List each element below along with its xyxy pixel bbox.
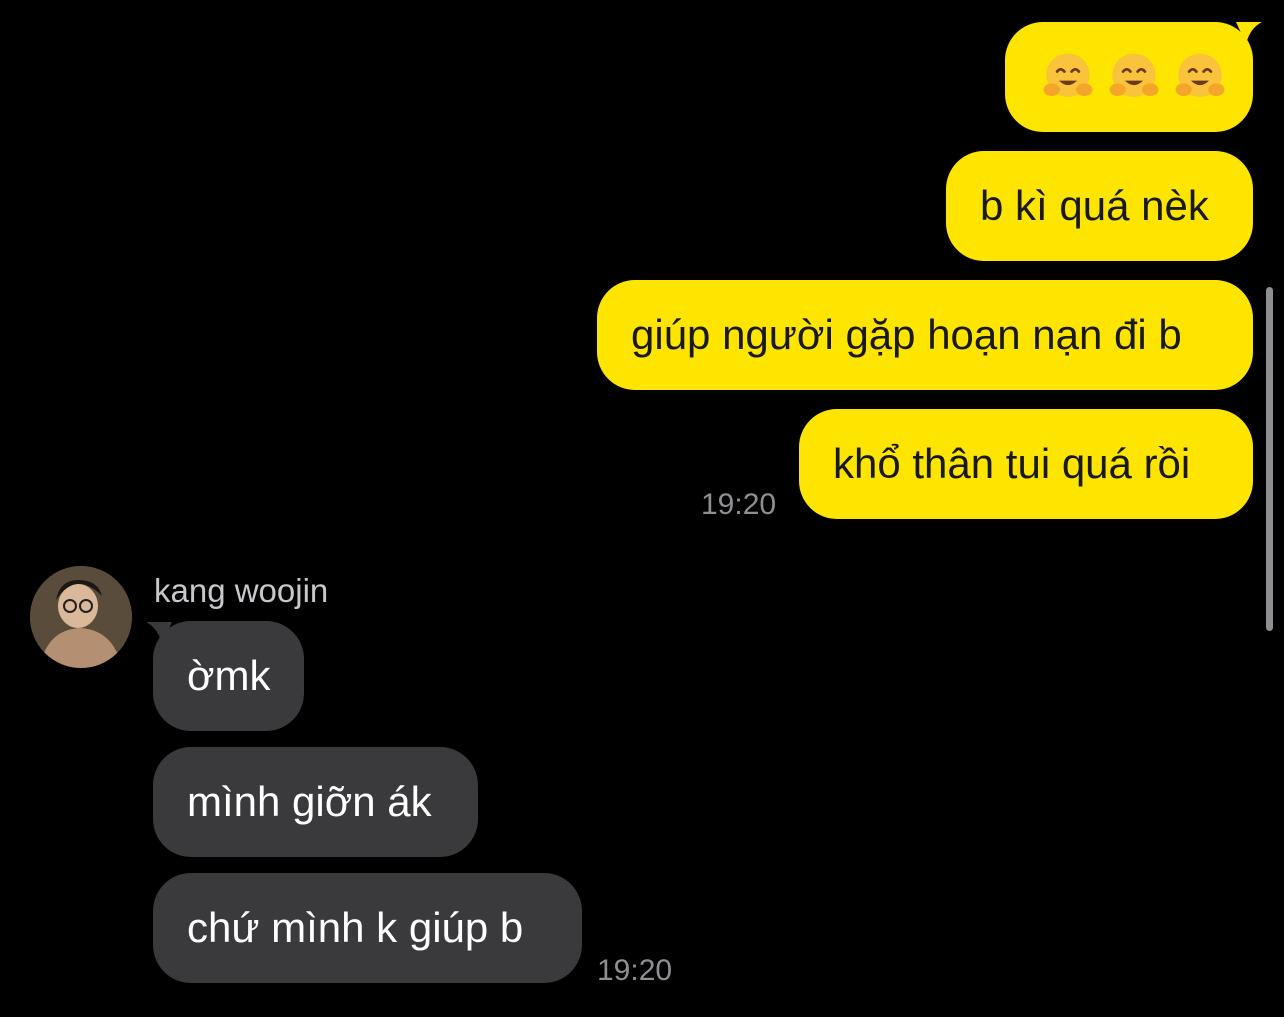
incoming-message-bubble[interactable]: chứ mình k giúp b [153, 873, 582, 983]
outgoing-message-bubble[interactable]: khổ thân tui quá rồi [799, 409, 1253, 519]
incoming-timestamp: 19:20 [597, 954, 673, 987]
avatar[interactable] [30, 566, 132, 668]
outgoing-bubble-tail [1236, 22, 1262, 44]
outgoing-message-bubble[interactable]: b kì quá nèk [946, 151, 1253, 261]
message-text: chứ mình k giúp b [187, 904, 524, 951]
hugging-face-icon [1175, 53, 1225, 97]
sender-name: kang woojin [154, 572, 329, 609]
profile-photo [30, 566, 132, 668]
message-text: ờmk [187, 652, 271, 699]
message-text: b kì quá nèk [980, 182, 1209, 229]
message-text: mình giỡn ák [187, 778, 432, 825]
outgoing-message-bubble[interactable]: giúp người gặp hoạn nạn đi b [597, 280, 1253, 390]
message-text: giúp người gặp hoạn nạn đi b [631, 311, 1182, 358]
outgoing-emoji-bubble[interactable] [1005, 22, 1253, 132]
scrollbar[interactable] [1266, 287, 1273, 631]
incoming-message-bubble[interactable]: mình giỡn ák [153, 747, 478, 857]
hugging-face-icon [1043, 53, 1093, 97]
incoming-message-bubble[interactable]: ờmk [153, 621, 304, 731]
hugging-face-icon [1109, 53, 1159, 97]
message-text: khổ thân tui quá rồi [833, 440, 1191, 487]
outgoing-timestamp: 19:20 [701, 488, 777, 521]
